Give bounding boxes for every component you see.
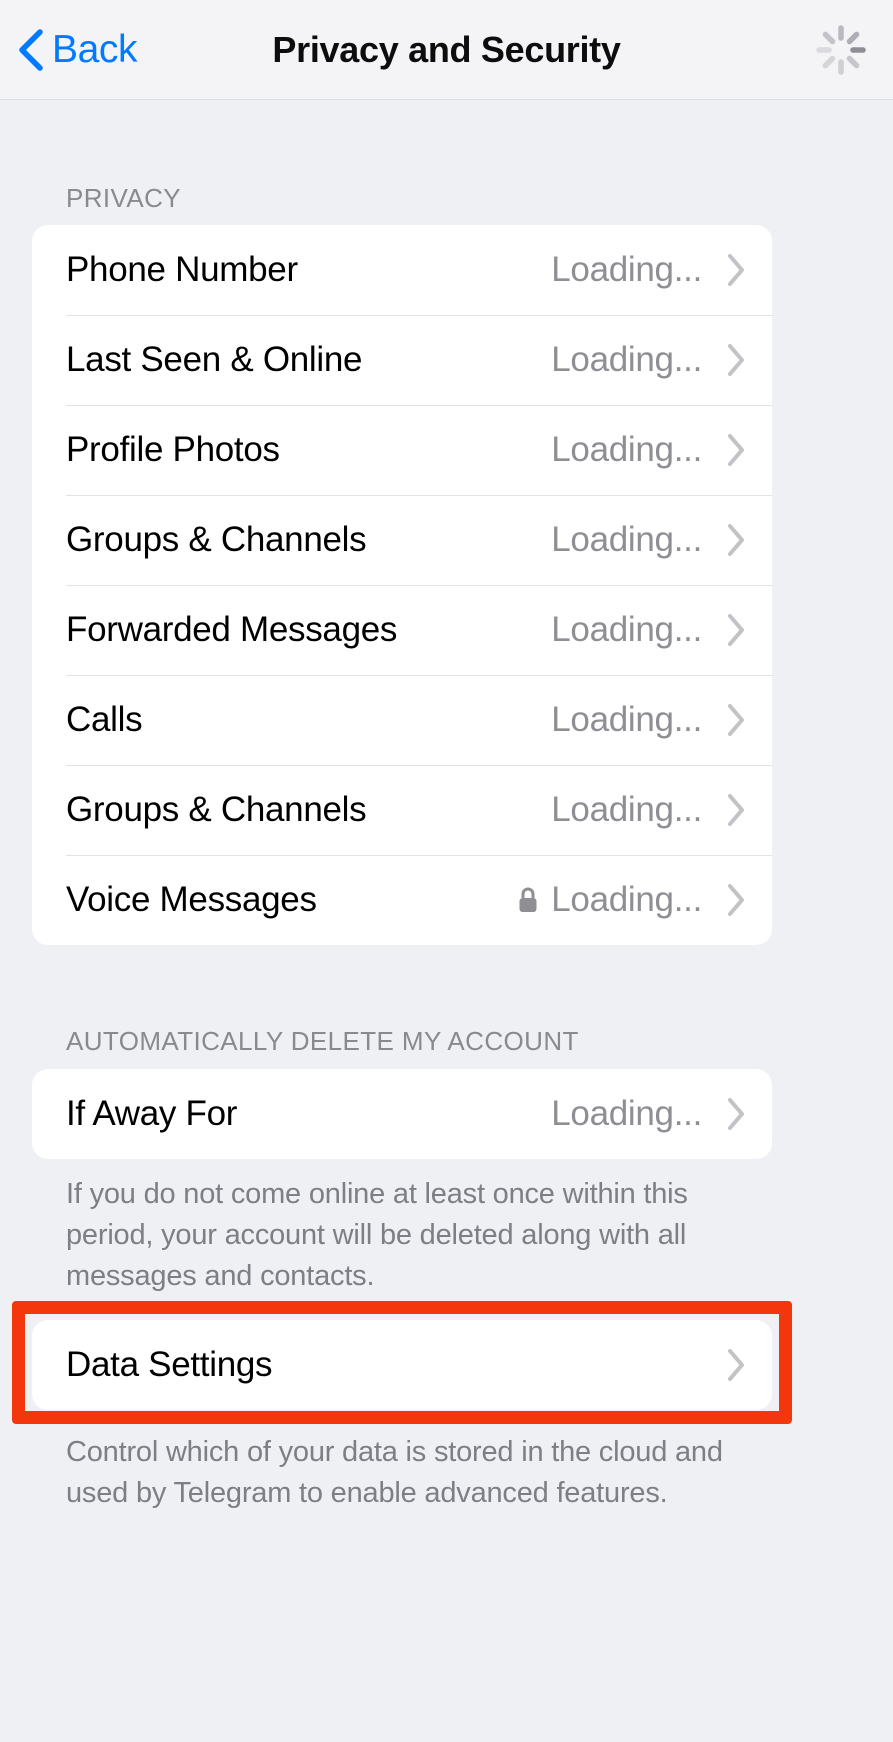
auto-delete-footer-text: If you do not come online at least once … bbox=[66, 1178, 688, 1293]
chevron-right-icon bbox=[728, 1349, 744, 1381]
chevron-right-icon bbox=[728, 794, 744, 826]
row-accessory: Loading... bbox=[517, 880, 746, 920]
row-value: Loading... bbox=[551, 880, 702, 919]
row-label: Groups & Channels bbox=[66, 520, 367, 559]
lock-icon bbox=[519, 887, 537, 912]
auto-delete-row[interactable]: If Away For Loading... bbox=[32, 1069, 772, 1159]
chevron-right-icon bbox=[728, 524, 744, 556]
privacy-row[interactable]: Groups & Channels Loading... bbox=[32, 495, 772, 585]
row-accessory: Loading... bbox=[551, 250, 746, 290]
row-value: Loading... bbox=[551, 1094, 702, 1133]
row-accessory: Loading... bbox=[551, 790, 746, 830]
row-value: Loading... bbox=[551, 790, 702, 829]
row-accessory: Loading... bbox=[551, 430, 746, 470]
row-value: Loading... bbox=[551, 430, 702, 469]
row-value: Loading... bbox=[551, 700, 702, 739]
privacy-row[interactable]: Voice Messages Loading... bbox=[32, 855, 772, 945]
row-label: Phone Number bbox=[66, 250, 298, 289]
privacy-and-security-screen: Back Privacy and Security PRIVACY Phone … bbox=[0, 0, 893, 1742]
privacy-row[interactable]: Last Seen & Online Loading... bbox=[32, 315, 772, 405]
row-accessory: Loading... bbox=[551, 1094, 746, 1134]
row-accessory: Loading... bbox=[551, 520, 746, 560]
privacy-row[interactable]: Profile Photos Loading... bbox=[32, 405, 772, 495]
data-settings-footer-text: Control which of your data is stored in … bbox=[66, 1436, 723, 1510]
chevron-right-icon bbox=[728, 344, 744, 376]
row-accessory: Loading... bbox=[551, 340, 746, 380]
chevron-right-icon bbox=[728, 614, 744, 646]
chevron-right-icon bbox=[728, 434, 744, 466]
section-header-privacy: PRIVACY bbox=[66, 183, 182, 213]
data-settings-row[interactable]: Data Settings bbox=[32, 1320, 772, 1410]
row-label: Last Seen & Online bbox=[66, 340, 363, 379]
auto-delete-card: If Away For Loading... bbox=[32, 1069, 772, 1159]
privacy-row[interactable]: Forwarded Messages Loading... bbox=[32, 585, 772, 675]
row-label: Calls bbox=[66, 700, 143, 739]
row-label: Profile Photos bbox=[66, 430, 280, 469]
row-value: Loading... bbox=[551, 250, 702, 289]
chevron-right-icon bbox=[728, 884, 744, 916]
data-settings-card: Data Settings bbox=[32, 1320, 772, 1410]
row-label: Data Settings bbox=[66, 1345, 273, 1384]
row-accessory bbox=[712, 1348, 746, 1382]
row-accessory: Loading... bbox=[551, 610, 746, 650]
row-label: If Away For bbox=[66, 1094, 238, 1133]
row-label: Voice Messages bbox=[66, 880, 317, 919]
activity-spinner-icon bbox=[816, 24, 866, 75]
privacy-row[interactable]: Phone Number Loading... bbox=[32, 225, 772, 315]
chevron-right-icon bbox=[728, 704, 744, 736]
chevron-right-icon bbox=[728, 1098, 744, 1130]
row-accessory: Loading... bbox=[551, 700, 746, 740]
section-header-auto-delete: AUTOMATICALLY DELETE MY ACCOUNT bbox=[66, 1026, 579, 1056]
row-value: Loading... bbox=[551, 340, 702, 379]
row-value: Loading... bbox=[551, 610, 702, 649]
page-title: Privacy and Security bbox=[272, 28, 621, 70]
row-label: Groups & Channels bbox=[66, 790, 367, 829]
navigation-bar: Back Privacy and Security bbox=[0, 0, 893, 100]
row-value: Loading... bbox=[551, 520, 702, 559]
privacy-list-card: Phone Number Loading... Last Seen & Online… bbox=[32, 225, 772, 945]
privacy-row[interactable]: Calls Loading... bbox=[32, 675, 772, 765]
privacy-row[interactable]: Groups & Channels Loading... bbox=[32, 765, 772, 855]
chevron-right-icon bbox=[728, 254, 744, 286]
row-label: Forwarded Messages bbox=[66, 610, 398, 649]
